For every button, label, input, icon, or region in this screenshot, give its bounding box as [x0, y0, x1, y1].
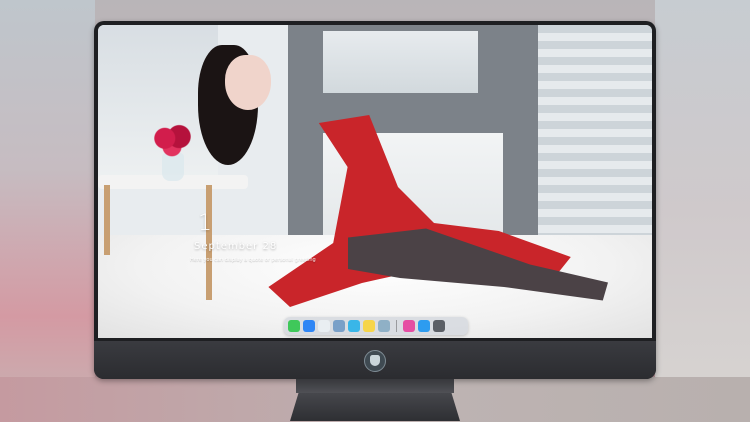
- monitor-stand-base: [290, 393, 460, 421]
- table-leg: [104, 185, 110, 255]
- screen: 1 September 28 Here you can display a qu…: [98, 25, 652, 338]
- itunes-icon[interactable]: [403, 320, 415, 332]
- wallpaper-right-window: [538, 25, 652, 255]
- lock-screen-date: September 28: [194, 241, 278, 252]
- monitor-chin: [94, 341, 656, 379]
- notes-icon[interactable]: [363, 320, 375, 332]
- wallpaper-roses: [148, 123, 196, 157]
- lock-screen-clock: 1: [198, 211, 212, 236]
- blur-right: [655, 0, 750, 422]
- preview-icon[interactable]: [378, 320, 390, 332]
- finder-icon[interactable]: [348, 320, 360, 332]
- dock: [284, 317, 468, 335]
- photos-icon[interactable]: [333, 320, 345, 332]
- wallpaper-figure-face: [225, 55, 271, 110]
- window-pane-top: [323, 31, 478, 93]
- mail-icon[interactable]: [303, 320, 315, 332]
- monitor: 1 September 28 Here you can display a qu…: [94, 21, 656, 379]
- blur-left: [0, 0, 95, 422]
- safari-icon[interactable]: [318, 320, 330, 332]
- monitor-stand-neck: [296, 379, 454, 393]
- appstore-icon[interactable]: [418, 320, 430, 332]
- messages-icon[interactable]: [288, 320, 300, 332]
- brand-logo-icon: [364, 350, 386, 372]
- wallpaper-vase: [162, 153, 184, 181]
- camera-icon[interactable]: [433, 320, 445, 332]
- dock-separator: [396, 320, 397, 332]
- lock-screen-subtitle: Here you can display a quote or personal…: [190, 257, 316, 263]
